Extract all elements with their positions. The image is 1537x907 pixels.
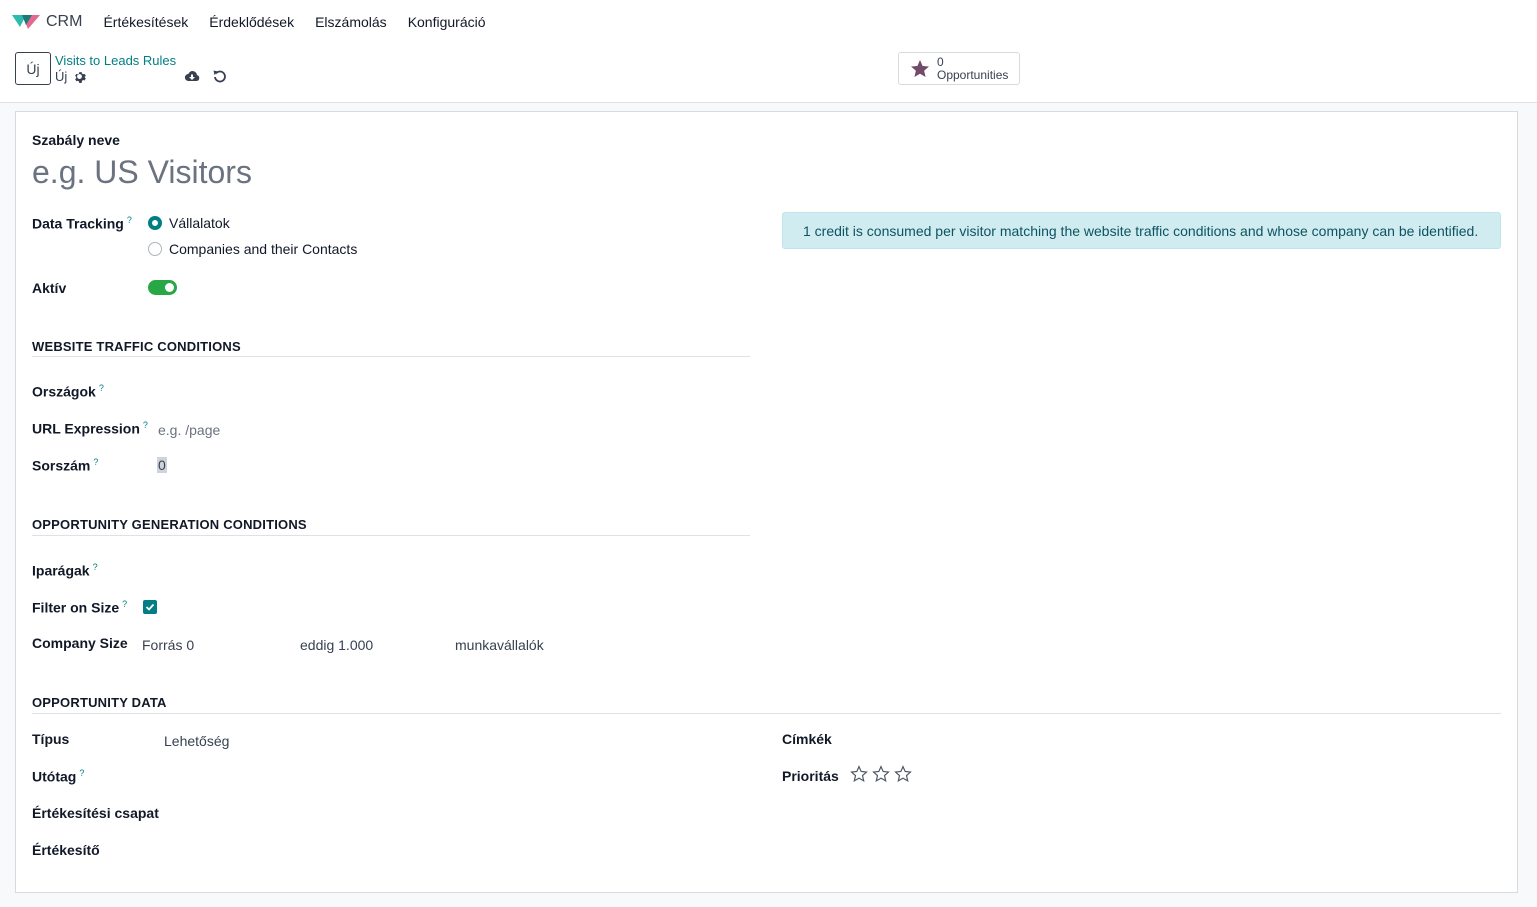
radio-companies-contacts-label: Companies and their Contacts — [169, 241, 358, 257]
control-panel: Új Visits to Leads Rules Új 0 Opportunit… — [0, 43, 1537, 103]
radio-unchecked-icon — [148, 242, 162, 256]
sequence-label: Sorszám? — [32, 457, 98, 474]
salesperson-input[interactable] — [162, 839, 752, 861]
opportunities-count: 0 — [937, 54, 944, 69]
menu-leads[interactable]: Érdeklődések — [209, 14, 294, 30]
type-label: Típus — [32, 731, 70, 747]
type-select[interactable]: Lehetőség — [164, 733, 229, 749]
discard-undo-icon[interactable] — [212, 68, 228, 84]
countries-label-text: Országok — [32, 383, 96, 400]
company-size-from[interactable]: Forrás 0 — [142, 637, 194, 653]
url-expression-label-text: URL Expression — [32, 420, 140, 437]
sales-team-input[interactable] — [162, 802, 752, 824]
company-size-label: Company Size — [32, 635, 128, 651]
suffix-label-text: Utótag — [32, 768, 77, 785]
gear-icon[interactable] — [73, 70, 87, 83]
app-brand[interactable]: CRM — [12, 13, 82, 31]
help-icon[interactable]: ? — [143, 420, 148, 430]
url-expression-label: URL Expression? — [32, 420, 148, 437]
priority-label: Prioritás — [782, 768, 839, 784]
countries-input[interactable] — [156, 380, 746, 402]
top-navbar: CRM Értékesítések Érdeklődések Elszámolá… — [0, 0, 1537, 43]
priority-star-icon[interactable] — [894, 765, 912, 783]
crm-logo-icon — [12, 14, 40, 29]
active-toggle[interactable] — [148, 280, 177, 295]
star-icon — [911, 59, 929, 77]
help-icon[interactable]: ? — [93, 562, 98, 572]
breadcrumb-current-label: Új — [55, 69, 68, 84]
breadcrumb-current: Új — [55, 69, 87, 84]
data-tracking-label-text: Data Tracking — [32, 215, 124, 232]
radio-companies[interactable]: Vállalatok — [148, 215, 230, 231]
radio-checked-icon — [148, 216, 162, 230]
opportunities-label: Opportunities — [937, 67, 1009, 82]
industries-label-text: Iparágak — [32, 562, 90, 579]
sales-team-label: Értékesítési csapat — [32, 805, 159, 821]
help-icon[interactable]: ? — [93, 457, 98, 467]
radio-companies-contacts[interactable]: Companies and their Contacts — [148, 241, 357, 257]
sequence-label-text: Sorszám — [32, 457, 91, 474]
tags-label: Címkék — [782, 731, 832, 747]
form-sheet: Szabály neve e.g. US Visitors Data Track… — [15, 111, 1518, 893]
traffic-section-divider — [32, 356, 750, 357]
rule-name-input[interactable]: e.g. US Visitors — [32, 154, 252, 191]
filter-size-label-text: Filter on Size — [32, 599, 120, 616]
opportunity-gen-section-divider — [32, 535, 750, 536]
data-tracking-label: Data Tracking? — [32, 215, 132, 232]
help-icon[interactable]: ? — [127, 215, 132, 225]
radio-companies-label: Vállalatok — [169, 215, 230, 231]
rule-name-label: Szabály neve — [32, 132, 120, 148]
help-icon[interactable]: ? — [79, 768, 84, 778]
credit-info-text: 1 credit is consumed per visitor matchin… — [803, 222, 1479, 239]
countries-label: Országok? — [32, 383, 104, 400]
breadcrumb-parent[interactable]: Visits to Leads Rules — [55, 53, 176, 68]
priority-widget — [850, 765, 912, 783]
app-name: CRM — [46, 12, 83, 30]
company-size-to[interactable]: eddig 1.000 — [300, 637, 373, 653]
filter-size-label: Filter on Size? — [32, 599, 127, 616]
priority-star-icon[interactable] — [850, 765, 868, 783]
opportunity-gen-section-title: OPPORTUNITY GENERATION CONDITIONS — [32, 517, 307, 532]
check-icon — [145, 603, 155, 611]
industries-input[interactable] — [156, 559, 746, 581]
tags-input[interactable] — [896, 728, 1496, 750]
opportunity-data-section-divider — [32, 713, 1501, 714]
help-icon[interactable]: ? — [122, 599, 127, 609]
new-button[interactable]: Új — [15, 52, 51, 85]
company-size-unit: munkavállalók — [455, 637, 544, 653]
opportunities-smart-button[interactable]: 0 Opportunities — [898, 52, 1020, 85]
menu-configuration[interactable]: Konfiguráció — [408, 14, 486, 30]
credit-info-alert: 1 credit is consumed per visitor matchin… — [782, 212, 1501, 249]
active-label: Aktív — [32, 280, 67, 296]
opportunity-data-section-title: OPPORTUNITY DATA — [32, 695, 167, 710]
priority-star-icon[interactable] — [872, 765, 890, 783]
suffix-label: Utótag? — [32, 768, 84, 785]
help-icon[interactable]: ? — [99, 383, 104, 393]
menu-invoicing[interactable]: Elszámolás — [315, 14, 387, 30]
smart-button-text: 0 Opportunities — [937, 54, 1009, 82]
filter-size-checkbox[interactable] — [143, 600, 157, 614]
traffic-section-title: WEBSITE TRAFFIC CONDITIONS — [32, 339, 241, 354]
suffix-input[interactable] — [162, 765, 752, 787]
salesperson-label: Értékesítő — [32, 842, 100, 858]
url-expression-input[interactable]: e.g. /page — [158, 422, 220, 438]
menu-sales[interactable]: Értékesítések — [103, 14, 188, 30]
industries-label: Iparágak? — [32, 562, 98, 579]
sequence-input[interactable]: 0 — [157, 457, 167, 473]
save-cloud-icon[interactable] — [184, 68, 200, 84]
